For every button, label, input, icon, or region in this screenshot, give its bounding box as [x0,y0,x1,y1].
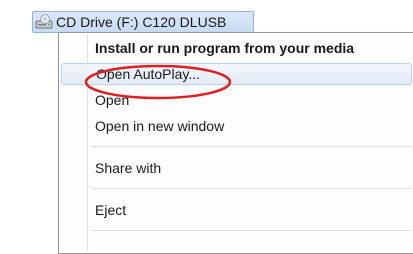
menu-item-eject[interactable]: Eject [61,199,412,221]
cd-drive-item[interactable]: CD Drive (F:) C120 DLUSB [32,11,254,33]
menu-item-label: Open [95,92,130,108]
menu-separator [91,230,411,232]
menu-item-share-with[interactable]: Share with [61,157,412,179]
menu-item-open[interactable]: Open [61,89,412,111]
menu-item-label: Install or run program from your media [95,40,355,56]
menu-item-label: Open AutoPlay... [96,66,201,82]
menu-item-label: Open in new window [95,118,225,134]
context-menu: Install or run program from your media O… [58,32,413,254]
menu-item-label: Share with [95,160,162,176]
cd-drive-label: CD Drive (F:) C120 DLUSB [56,14,227,30]
menu-item-label: Eject [95,202,127,218]
menu-separator [91,146,411,148]
cd-drive-icon [34,13,54,31]
menu-item-open-autoplay[interactable]: Open AutoPlay... [61,63,412,85]
menu-separator [91,188,411,190]
menu-item-install-or-run[interactable]: Install or run program from your media [61,37,412,59]
menu-item-open-in-new-window[interactable]: Open in new window [61,115,412,137]
